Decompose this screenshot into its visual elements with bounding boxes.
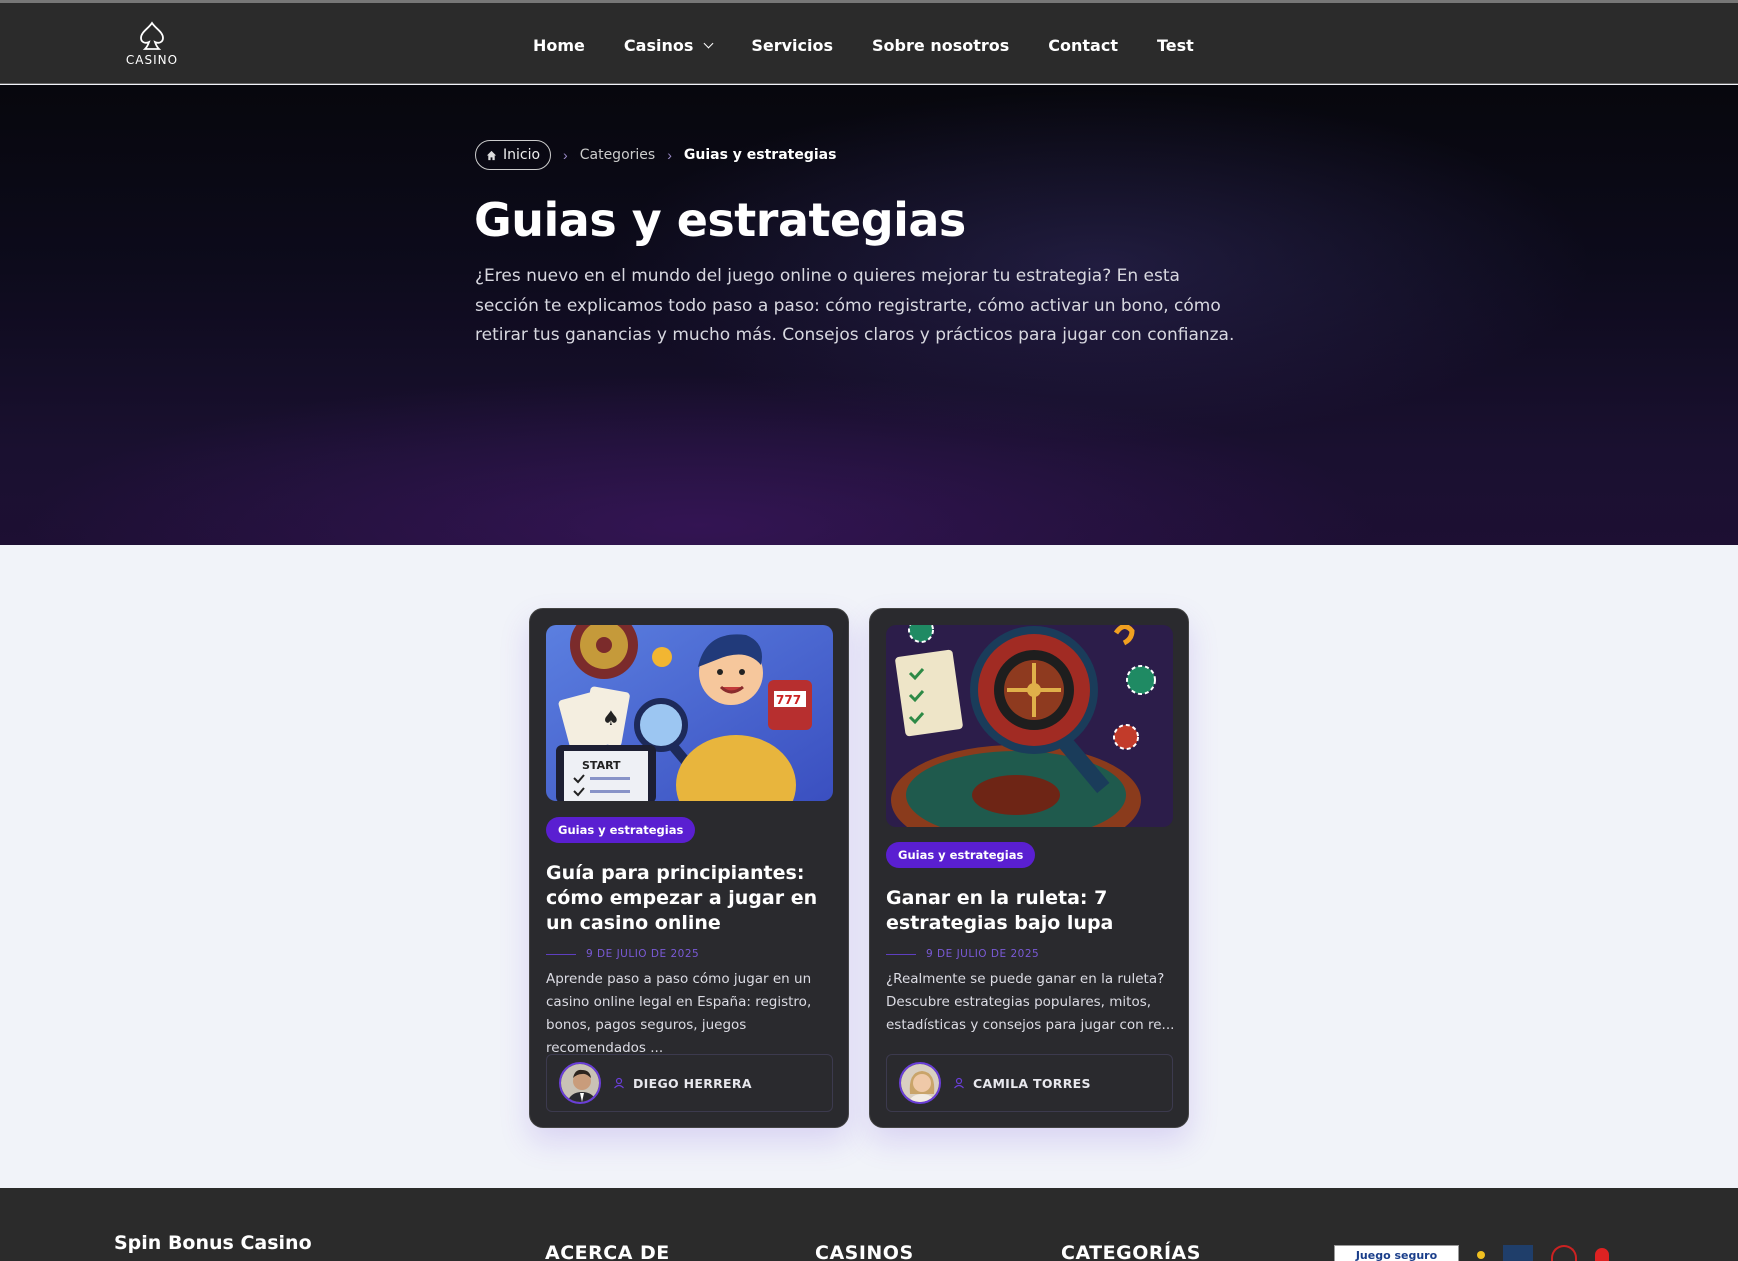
breadcrumb-separator-icon: › xyxy=(667,147,672,163)
breadcrumb: Inicio › Categories › Guias y estrategia… xyxy=(475,140,836,170)
responsible-gaming-badges: Juego seguro xyxy=(1334,1245,1609,1261)
start-screen-text: START xyxy=(582,759,621,772)
category-tag[interactable]: Guias y estrategias xyxy=(886,842,1036,868)
juego-seguro-badge[interactable]: Juego seguro xyxy=(1334,1245,1459,1261)
author-name: DIEGO HERRERA xyxy=(613,1076,752,1091)
footer-heading-casinos: CASINOS xyxy=(815,1242,914,1261)
site-logo[interactable]: CASINO xyxy=(124,21,180,67)
post-excerpt: Aprende paso a paso cómo jugar en un cas… xyxy=(546,971,812,1056)
footer-heading-about: ACERCA DE xyxy=(545,1242,670,1261)
age-restriction-icon xyxy=(1551,1245,1577,1261)
author-avatar xyxy=(559,1062,601,1104)
nav-casinos-label: Casinos xyxy=(623,35,694,55)
user-icon xyxy=(614,1077,624,1089)
post-date: 9 DE JULIO DE 2025 xyxy=(546,948,699,960)
hand-icon xyxy=(1595,1248,1609,1261)
post-thumbnail[interactable] xyxy=(886,625,1173,827)
svg-text:777: 777 xyxy=(776,693,801,707)
nav-home[interactable]: Home xyxy=(533,36,585,55)
nav-contact-label: Contact xyxy=(1048,35,1118,55)
footer-brand[interactable]: Spin Bonus Casino xyxy=(114,1232,312,1254)
nav-sobre-nosotros-label: Sobre nosotros xyxy=(872,35,1010,55)
author-name: CAMILA TORRES xyxy=(953,1076,1091,1091)
post-date: 9 DE JULIO DE 2025 xyxy=(886,948,1039,960)
beginner-guide-illustration: ♠ 777 START xyxy=(546,625,833,801)
breadcrumb-home-label: Inicio xyxy=(503,147,541,163)
nav-servicios-label: Servicios xyxy=(751,35,834,55)
breadcrumb-separator-icon: › xyxy=(563,147,568,163)
user-icon xyxy=(954,1077,964,1089)
breadcrumb-categories[interactable]: Categories xyxy=(580,147,655,163)
home-icon xyxy=(486,150,497,160)
svg-text:♠: ♠ xyxy=(602,706,620,730)
nav-home-label: Home xyxy=(533,35,585,55)
page-title: Guias y estrategias xyxy=(474,193,966,247)
post-title[interactable]: Guía para principiantes: cómo empezar a … xyxy=(546,861,836,936)
main-nav: Home Casinos Servicios Sobre nosotros Co… xyxy=(533,3,1233,87)
post-card[interactable]: ♠ 777 START Guias y estrategias Guía par… xyxy=(529,608,849,1128)
roulette-illustration xyxy=(886,625,1173,827)
post-excerpt: ¿Realmente se puede ganar en la ruleta? … xyxy=(886,971,1175,1033)
nav-test[interactable]: Test xyxy=(1157,36,1194,55)
nav-servicios[interactable]: Servicios xyxy=(751,36,833,55)
post-title[interactable]: Ganar en la ruleta: 7 estrategias bajo l… xyxy=(886,886,1176,936)
post-card[interactable]: Guias y estrategias Ganar en la ruleta: … xyxy=(869,608,1189,1128)
author-name-text: CAMILA TORRES xyxy=(973,1075,1091,1091)
globe-icon xyxy=(1503,1245,1533,1261)
date-divider xyxy=(546,953,576,955)
post-date-text: 9 DE JULIO DE 2025 xyxy=(926,948,1040,960)
post-author[interactable]: DIEGO HERRERA xyxy=(546,1054,833,1112)
post-date-text: 9 DE JULIO DE 2025 xyxy=(586,948,700,960)
site-header: CASINO Home Casinos Servicios Sobre noso… xyxy=(0,0,1738,84)
spade-icon xyxy=(140,21,164,50)
site-footer: Spin Bonus Casino ACERCA DE CASINOS CATE… xyxy=(0,1188,1738,1261)
post-thumbnail[interactable]: ♠ 777 START xyxy=(546,625,833,801)
nav-contact[interactable]: Contact xyxy=(1048,36,1118,55)
category-description: ¿Eres nuevo en el mundo del juego online… xyxy=(475,266,1235,345)
nav-sobre-nosotros[interactable]: Sobre nosotros xyxy=(872,36,1009,55)
date-divider xyxy=(886,953,916,955)
breadcrumb-home[interactable]: Inicio xyxy=(475,140,552,170)
nav-casinos[interactable]: Casinos xyxy=(623,35,714,55)
chevron-down-icon xyxy=(703,38,714,48)
footer-heading-categories: CATEGORÍAS xyxy=(1061,1242,1201,1261)
logo-text: CASINO xyxy=(125,53,179,67)
author-name-text: DIEGO HERRERA xyxy=(633,1075,752,1091)
breadcrumb-current: Guias y estrategias xyxy=(683,147,837,163)
author-avatar xyxy=(899,1062,941,1104)
post-author[interactable]: CAMILA TORRES xyxy=(886,1054,1173,1112)
warning-icon xyxy=(1477,1251,1485,1259)
category-hero: Inicio › Categories › Guias y estrategia… xyxy=(0,85,1738,545)
nav-test-label: Test xyxy=(1156,35,1194,55)
category-tag[interactable]: Guias y estrategias xyxy=(546,817,696,843)
